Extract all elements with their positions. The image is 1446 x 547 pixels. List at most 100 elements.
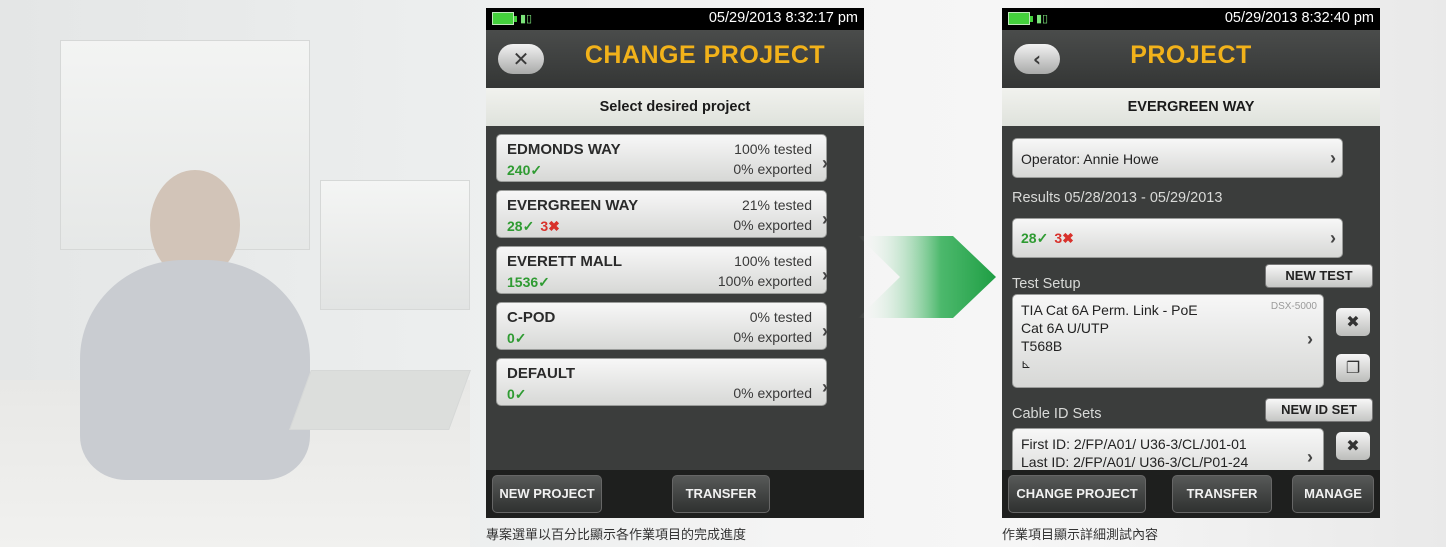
page-title: PROJECT bbox=[1130, 41, 1252, 69]
test-counts: 1536✓ bbox=[507, 274, 550, 291]
results-row[interactable]: 28✓ 3✖ › bbox=[1012, 218, 1343, 258]
change-project-button[interactable]: CHANGE PROJECT bbox=[1008, 475, 1146, 513]
pass-count: 0 bbox=[507, 386, 515, 402]
transfer-button[interactable]: TRANSFER bbox=[672, 475, 770, 513]
close-icon: ✕ bbox=[512, 47, 530, 71]
project-item-evergreen-way[interactable]: EVERGREEN WAY 21% tested 0% exported 28✓… bbox=[496, 190, 828, 238]
project-detail-screen: ▮▯ 05/29/2013 8:32:40 pm ‹ PROJECT EVERG… bbox=[1002, 8, 1380, 518]
exported-percent: 0% exported bbox=[733, 217, 812, 233]
setup-lines: TIA Cat 6A Perm. Link - PoE Cat 6A U/UTP… bbox=[1021, 301, 1198, 373]
bottom-toolbar: CHANGE PROJECT TRANSFER MANAGE bbox=[1002, 470, 1380, 518]
project-name: C-POD bbox=[507, 309, 556, 326]
check-icon: ✓ bbox=[514, 386, 527, 402]
tested-percent: 21% tested bbox=[741, 197, 812, 213]
network-icon: ▮▯ bbox=[1036, 13, 1049, 25]
chevron-right-icon: › bbox=[822, 209, 828, 229]
title-bar: ‹ PROJECT bbox=[1002, 30, 1380, 88]
left-caption: 專案選單以百分比顯示各作業項目的完成進度 bbox=[486, 528, 747, 543]
chevron-right-icon: › bbox=[822, 153, 828, 173]
network-icon: ▮▯ bbox=[520, 13, 533, 25]
fail-count: 3 bbox=[1054, 230, 1063, 246]
battery-icon bbox=[1008, 12, 1033, 25]
tested-percent: 100% tested bbox=[734, 253, 812, 269]
project-name: EVERGREEN WAY bbox=[507, 197, 639, 214]
close-icon: ✖ bbox=[1346, 312, 1360, 331]
setup-limit: TIA Cat 6A Perm. Link - PoE bbox=[1021, 302, 1198, 318]
exported-percent: 0% exported bbox=[733, 161, 812, 177]
first-id: First ID: 2/FP/A01/ U36-3/CL/J01-01 bbox=[1021, 436, 1247, 452]
exported-percent: 0% exported bbox=[733, 385, 812, 401]
new-project-button[interactable]: NEW PROJECT bbox=[492, 475, 602, 513]
pass-count: 28 bbox=[1021, 230, 1037, 246]
pass-count: 28 bbox=[507, 218, 523, 234]
check-icon: ✓ bbox=[538, 274, 550, 290]
transfer-button[interactable]: TRANSFER bbox=[1172, 475, 1272, 513]
person-body bbox=[80, 260, 310, 480]
cross-icon: ✖ bbox=[548, 218, 560, 234]
project-name: DEFAULT bbox=[507, 365, 576, 382]
exported-percent: 100% exported bbox=[717, 273, 812, 289]
new-id-set-button[interactable]: NEW ID SET bbox=[1265, 398, 1373, 422]
monitor bbox=[320, 180, 470, 310]
chevron-right-icon: › bbox=[822, 377, 828, 397]
delete-setup-button[interactable]: ✖ bbox=[1336, 308, 1370, 336]
test-counts: 28✓ 3✖ bbox=[1021, 230, 1074, 247]
tested-percent: 100% tested bbox=[734, 141, 812, 157]
last-id: Last ID: 2/FP/A01/ U36-3/CL/P01-24 bbox=[1021, 454, 1249, 470]
battery-icon bbox=[492, 12, 517, 25]
page-title: CHANGE PROJECT bbox=[584, 41, 826, 69]
close-icon: ✖ bbox=[1346, 436, 1360, 455]
operator-row[interactable]: Operator: Annie Howe › bbox=[1012, 138, 1343, 178]
results-date-range: Results 05/28/2013 - 05/29/2013 bbox=[1012, 190, 1223, 206]
project-item-default[interactable]: DEFAULT 0% exported 0✓ › bbox=[496, 358, 828, 406]
test-setup-card[interactable]: TIA Cat 6A Perm. Link - PoE Cat 6A U/UTP… bbox=[1012, 294, 1324, 388]
test-setup-label: Test Setup bbox=[1012, 276, 1081, 292]
setup-cable: Cat 6A U/UTP bbox=[1021, 320, 1109, 336]
chevron-right-icon: › bbox=[1307, 329, 1313, 349]
setup-wiring: T568B bbox=[1021, 338, 1063, 354]
right-caption: 作業項目顯示詳細測試內容 bbox=[1002, 528, 1159, 543]
title-bar: ✕ CHANGE PROJECT bbox=[486, 30, 864, 88]
check-icon: ✓ bbox=[514, 330, 527, 346]
chevron-right-icon: › bbox=[822, 265, 828, 285]
id-lines: First ID: 2/FP/A01/ U36-3/CL/J01-01 Last… bbox=[1021, 435, 1248, 471]
change-project-screen: ▮▯ 05/29/2013 8:32:17 pm ✕ CHANGE PROJEC… bbox=[486, 8, 864, 518]
delete-id-set-button[interactable]: ✖ bbox=[1336, 432, 1370, 460]
status-bar: ▮▯ 05/29/2013 8:32:17 pm bbox=[486, 8, 864, 30]
test-counts: 28✓ 3✖ bbox=[507, 218, 560, 235]
cable-id-sets-label: Cable ID Sets bbox=[1012, 406, 1102, 422]
project-name-header: EVERGREEN WAY bbox=[1002, 88, 1380, 126]
fail-count: 3 bbox=[540, 218, 549, 234]
chevron-right-icon: › bbox=[822, 321, 828, 341]
pass-count: 0 bbox=[507, 330, 515, 346]
project-name: EVERETT MALL bbox=[507, 253, 622, 270]
cross-icon: ✖ bbox=[1062, 230, 1074, 246]
project-item-everett-mall[interactable]: EVERETT MALL 100% tested 100% exported 1… bbox=[496, 246, 828, 294]
test-counts: 0✓ bbox=[507, 330, 527, 347]
status-time: 05/29/2013 8:32:17 pm bbox=[708, 10, 858, 26]
chevron-right-icon: › bbox=[1307, 447, 1313, 467]
green-arrow-icon bbox=[858, 236, 996, 318]
copy-icon: ❐ bbox=[1345, 358, 1361, 377]
status-bar: ▮▯ 05/29/2013 8:32:40 pm bbox=[1002, 8, 1380, 30]
close-button[interactable]: ✕ bbox=[498, 44, 544, 74]
project-item-edmonds-way[interactable]: EDMONDS WAY 100% tested 0% exported 240✓… bbox=[496, 134, 828, 182]
manage-button[interactable]: MANAGE bbox=[1292, 475, 1374, 513]
copy-setup-button[interactable]: ❐ bbox=[1336, 354, 1370, 382]
subheader: Select desired project bbox=[486, 88, 864, 126]
bottom-toolbar: NEW PROJECT TRANSFER bbox=[486, 470, 864, 518]
project-item-c-pod[interactable]: C-POD 0% tested 0% exported 0✓ › bbox=[496, 302, 828, 350]
check-icon: ✓ bbox=[522, 218, 535, 234]
pass-count: 1536 bbox=[507, 274, 539, 290]
exported-percent: 0% exported bbox=[733, 329, 812, 345]
project-name: EDMONDS WAY bbox=[507, 141, 621, 158]
plot-icon: ⊾ bbox=[1021, 357, 1032, 371]
check-icon: ✓ bbox=[530, 162, 543, 178]
check-icon: ✓ bbox=[1036, 230, 1049, 246]
tested-percent: 0% tested bbox=[749, 309, 812, 325]
new-test-button[interactable]: NEW TEST bbox=[1265, 264, 1373, 288]
status-time: 05/29/2013 8:32:40 pm bbox=[1224, 10, 1374, 26]
keyboard bbox=[289, 370, 471, 430]
pass-count: 240 bbox=[507, 162, 531, 178]
chevron-right-icon: › bbox=[1330, 228, 1336, 248]
